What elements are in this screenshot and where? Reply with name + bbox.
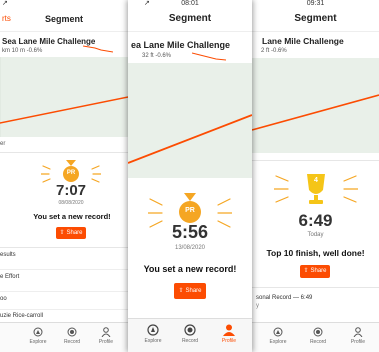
rank-label: 4 [314, 177, 318, 184]
nav-bar: Segment [128, 10, 252, 32]
profile-icon [353, 327, 363, 337]
segment-chart [128, 63, 252, 178]
divider [0, 247, 138, 248]
divider [252, 160, 379, 161]
effort-date: Today [307, 232, 324, 238]
back-button[interactable]: rts [2, 10, 11, 28]
record-message: You set a new record! [33, 212, 111, 221]
share-label: Share [185, 288, 202, 294]
list-item-personal-record[interactable]: sonal Record — 6:49 y [252, 293, 379, 315]
segment-title: Sea Lane Mile Challenge [2, 37, 96, 46]
list-item-label: oo [0, 296, 7, 302]
side-label: er [0, 141, 6, 147]
segment-chart [252, 58, 379, 153]
profile-icon [223, 324, 235, 336]
status-time: 08:01 [181, 0, 199, 7]
tab-label: Record [181, 338, 199, 344]
elevation-sparkline [192, 52, 226, 61]
tab-record[interactable]: Record [177, 324, 203, 344]
page-title: Segment [44, 14, 83, 24]
segment-title: ea Lane Mile Challenge [131, 40, 231, 50]
list-item-label: e Effort [0, 274, 20, 280]
list-item-label: sonal Record — 6:49 [256, 295, 313, 301]
share-icon: ⇧ [303, 268, 309, 274]
tab-explore[interactable]: Explore [26, 327, 50, 345]
list-item-label: esults [0, 252, 16, 258]
record-message: Top 10 finish, well done! [266, 248, 365, 258]
location-icon: ↗ [2, 0, 8, 7]
tab-label: Record [309, 339, 327, 345]
share-icon: ⇧ [59, 230, 65, 236]
tab-bar: Explore Record Profile [252, 322, 379, 352]
list-item-sublabel: y [256, 303, 259, 309]
page-title: Segment [168, 13, 212, 24]
segment-stats: 32 ft -0.6% [142, 53, 172, 59]
tab-bar: Explore Record Profile [0, 322, 138, 352]
effort-time: 6:49 [298, 211, 333, 230]
phone-screen-middle: ↗ 08:01 Segment ea Lane Mile Challenge 3… [128, 0, 252, 352]
nav-bar: Segment [252, 10, 379, 32]
tab-label: Record [63, 339, 81, 345]
divider [0, 152, 138, 153]
record-message: You set a new record! [143, 264, 237, 274]
share-button[interactable]: ⇧ Share [300, 265, 330, 278]
tab-record[interactable]: Record [306, 327, 330, 345]
share-icon: ⇧ [178, 288, 184, 294]
share-button[interactable]: ⇧ Share [174, 283, 206, 299]
phone-screen-left: ↗ ▮ rts Segment Sea Lane Mile Challenge … [0, 0, 138, 352]
compass-icon [33, 327, 43, 337]
share-label: Share [310, 268, 327, 274]
divider [252, 287, 379, 288]
status-bar: ↗ ▮ [0, 0, 138, 9]
profile-icon [101, 327, 111, 337]
segment-title: Lane Mile Challenge [262, 36, 344, 46]
tab-label: Profile [350, 339, 366, 345]
share-button[interactable]: ⇧ Share [56, 227, 86, 239]
list-item[interactable]: oo [0, 294, 138, 310]
tab-label: Explore [269, 339, 287, 345]
compass-icon [273, 327, 283, 337]
medal-label: PR [66, 170, 76, 176]
list-item-label: uzie Rice-carroll [0, 313, 44, 319]
record-icon [313, 327, 323, 337]
location-icon: ↗ [144, 0, 150, 7]
medal-label: PR [185, 207, 195, 214]
tab-profile[interactable]: Profile [346, 327, 370, 345]
effort-date: 08/08/2020 [58, 200, 84, 206]
tab-label: Explore [144, 338, 162, 344]
tab-profile[interactable]: Profile [216, 324, 242, 344]
elevation-sparkline [83, 45, 113, 53]
record-icon [67, 327, 77, 337]
list-item[interactable]: esults [0, 250, 138, 270]
phone-screen-right: 09:31 Segment Lane Mile Challenge 2 ft -… [252, 0, 379, 352]
tab-label: Profile [221, 338, 237, 344]
trophy-icon [273, 168, 359, 213]
segment-stats: 2 ft -0.6% [261, 48, 287, 54]
effort-date: 13/08/2020 [174, 245, 206, 251]
tab-profile[interactable]: Profile [94, 327, 118, 345]
record-icon [184, 324, 196, 336]
tab-record[interactable]: Record [60, 327, 84, 345]
tab-label: Profile [98, 339, 114, 345]
tab-bar: Explore Record Profile [128, 318, 252, 352]
tab-explore[interactable]: Explore [266, 327, 290, 345]
status-bar: 09:31 [252, 0, 379, 9]
tab-explore[interactable]: Explore [140, 324, 166, 344]
compass-icon [147, 324, 159, 336]
nav-bar: rts Segment [0, 10, 138, 32]
segment-chart [0, 57, 138, 137]
effort-time: 5:56 [171, 222, 209, 242]
status-time: 09:31 [306, 0, 325, 7]
tab-label: Explore [29, 339, 47, 345]
segment-stats: km 10 m -0.6% [2, 48, 43, 54]
page-title: Segment [294, 13, 337, 24]
effort-time: 7:07 [55, 182, 87, 199]
status-bar: ↗ 08:01 [128, 0, 252, 9]
share-label: Share [66, 230, 83, 236]
list-item[interactable]: e Effort [0, 272, 138, 292]
